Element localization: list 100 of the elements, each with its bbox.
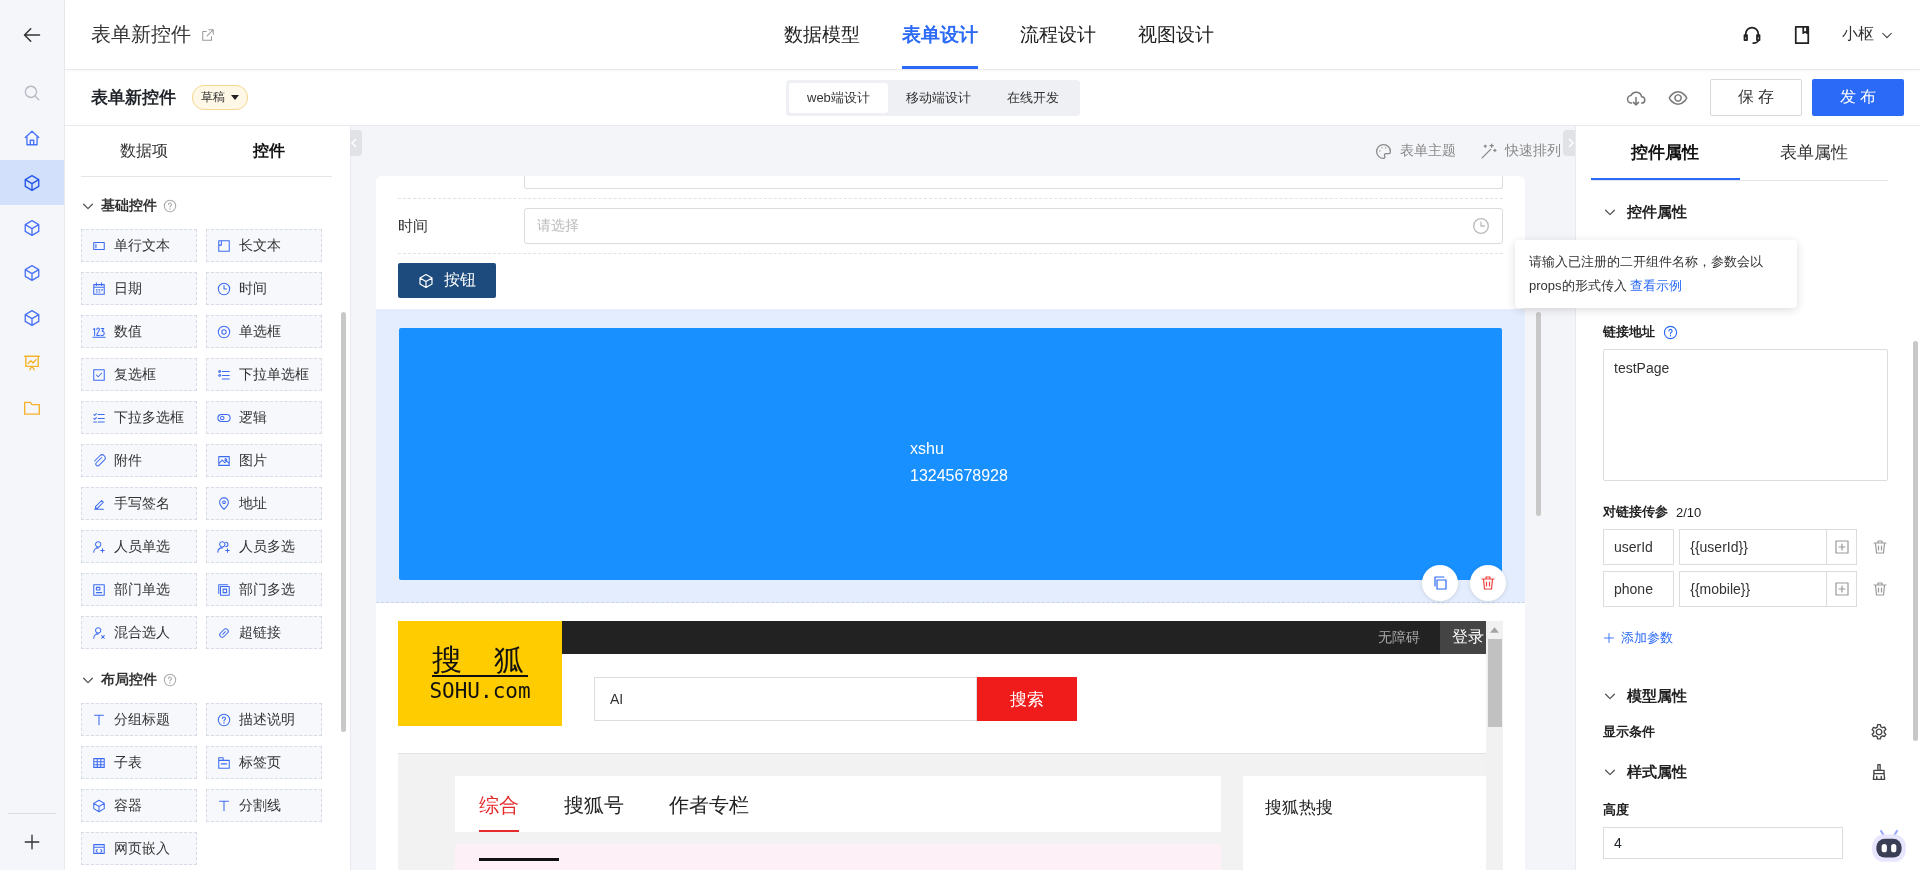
widget-item[interactable]: 时间 (206, 272, 322, 305)
widget-item[interactable]: 附件 (81, 444, 197, 477)
param-name-field[interactable]: phone (1603, 571, 1675, 607)
param-value-field[interactable]: {{userId}} (1679, 529, 1827, 565)
widget-item[interactable]: 地址 (206, 487, 322, 520)
collapse-handle[interactable] (1563, 130, 1575, 156)
widget-item[interactable]: 混合选人 (81, 616, 197, 649)
widget-item[interactable]: 下拉多选框 (81, 401, 197, 434)
text-t-icon (92, 712, 106, 727)
text-area-icon (217, 238, 231, 253)
help-icon (217, 712, 231, 727)
checklist-icon (92, 410, 106, 425)
back-icon[interactable] (22, 25, 42, 45)
user-menu[interactable]: 小枢 (1842, 24, 1894, 45)
panel-tab[interactable]: 表单属性 (1739, 126, 1888, 180)
section-title: 模型属性 (1627, 686, 1687, 706)
widget-item[interactable]: 标签页 (206, 746, 322, 779)
widget-item[interactable]: 逻辑 (206, 401, 322, 434)
group-title: 布局控件 (101, 671, 157, 689)
widget-item[interactable]: 手写签名 (81, 487, 197, 520)
widget-item[interactable]: 人员多选 (206, 530, 322, 563)
copy-icon (1432, 575, 1448, 591)
panel-tab[interactable]: 控件 (206, 126, 332, 176)
group-title: 基础控件 (101, 197, 157, 215)
widget-item[interactable]: 单选框 (206, 315, 322, 348)
tab-icon (217, 755, 231, 770)
settings-icon[interactable] (1870, 723, 1888, 741)
widget-item[interactable]: 复选框 (81, 358, 197, 391)
publish-button[interactable]: 发 布 (1812, 79, 1904, 116)
widget-item[interactable]: 子表 (81, 746, 197, 779)
nav-tab[interactable]: 流程设计 (1020, 0, 1096, 69)
custom-button[interactable]: 按钮 (398, 263, 496, 298)
scrollbar[interactable] (1486, 621, 1503, 870)
login-link[interactable]: 登录 (1440, 621, 1486, 654)
delete-button[interactable] (1470, 565, 1506, 601)
users-add-icon (217, 539, 231, 554)
widget-item[interactable]: 分割线 (206, 789, 322, 822)
add-param-link[interactable]: 添加参数 (1603, 629, 1673, 647)
widget-item[interactable]: 长文本 (206, 229, 322, 262)
insert-button[interactable] (1826, 529, 1857, 565)
help-icon[interactable] (1663, 324, 1678, 340)
widget-item[interactable]: 网页嵌入 (81, 832, 197, 865)
link-icon (217, 625, 231, 640)
book-icon[interactable] (1792, 24, 1812, 45)
param-name-field[interactable]: userId (1603, 529, 1675, 565)
cards-icon (217, 582, 231, 597)
mode-tab[interactable]: 在线开发 (988, 82, 1077, 113)
mode-tab[interactable]: web端设计 (789, 82, 888, 113)
widget-item[interactable]: 单行文本 (81, 229, 197, 262)
collapse-handle[interactable] (350, 130, 362, 156)
panel-tab[interactable]: 数据项 (81, 126, 207, 176)
widget-item[interactable]: 容器 (81, 789, 197, 822)
copy-button[interactable] (1422, 565, 1458, 601)
scroll-up-icon[interactable] (1490, 627, 1499, 633)
status-dropdown[interactable]: 草稿 (192, 85, 248, 110)
brush-icon[interactable] (1870, 763, 1888, 781)
example-link[interactable]: 查看示例 (1630, 278, 1683, 293)
widget-item[interactable]: 数值 (81, 315, 197, 348)
field-label: 对链接传参 (1603, 503, 1668, 521)
news-tab[interactable]: 作者专栏 (669, 776, 749, 832)
nav-tab[interactable]: 视图设计 (1138, 0, 1214, 69)
delete-icon[interactable] (1872, 581, 1888, 597)
headset-icon[interactable] (1742, 24, 1762, 45)
height-field[interactable]: 4 (1603, 827, 1843, 859)
param-value-field[interactable]: {{mobile}} (1679, 571, 1827, 607)
widget-item[interactable]: 下拉单选框 (206, 358, 322, 391)
user-remove-icon (92, 625, 106, 640)
scrollbar[interactable] (341, 312, 346, 732)
scrollbar[interactable] (1913, 341, 1918, 741)
accessibility-link[interactable]: 无障碍 (1378, 621, 1440, 654)
widget-item[interactable]: 图片 (206, 444, 322, 477)
link-address-field[interactable]: testPage (1603, 349, 1888, 481)
widget-item[interactable]: 描述说明 (206, 703, 322, 736)
cube-icon (23, 263, 41, 282)
input-field[interactable] (524, 176, 1503, 189)
cube-icon (92, 798, 106, 813)
widget-item[interactable]: 部门多选 (206, 573, 322, 606)
widget-item[interactable]: 部门单选 (81, 573, 197, 606)
delete-icon[interactable] (1872, 539, 1888, 555)
widget-item[interactable]: 人员单选 (81, 530, 197, 563)
nav-tab[interactable]: 数据模型 (784, 0, 860, 69)
save-button[interactable]: 保 存 (1710, 79, 1802, 116)
news-tab[interactable]: 综合 (479, 776, 519, 832)
mode-tab[interactable]: 移动端设计 (887, 82, 989, 113)
search-button[interactable]: 搜索 (977, 677, 1077, 721)
web-code-icon (92, 841, 106, 856)
widget-item[interactable]: 超链接 (206, 616, 322, 649)
nav-tab[interactable]: 表单设计 (902, 0, 978, 69)
plus-icon[interactable] (23, 833, 41, 851)
external-link-icon[interactable] (201, 27, 215, 42)
clock-icon (217, 281, 231, 296)
news-tab[interactable]: 搜狐号 (564, 776, 624, 832)
scrollbar[interactable] (1536, 312, 1541, 516)
param-count: 2/10 (1676, 504, 1702, 520)
panel-tab[interactable]: 控件属性 (1591, 126, 1740, 180)
search-field[interactable]: AI (594, 677, 977, 721)
widget-item[interactable]: 分组标题 (81, 703, 197, 736)
nav-item[interactable] (0, 160, 64, 205)
insert-button[interactable] (1826, 571, 1857, 607)
widget-item[interactable]: 日期 (81, 272, 197, 305)
